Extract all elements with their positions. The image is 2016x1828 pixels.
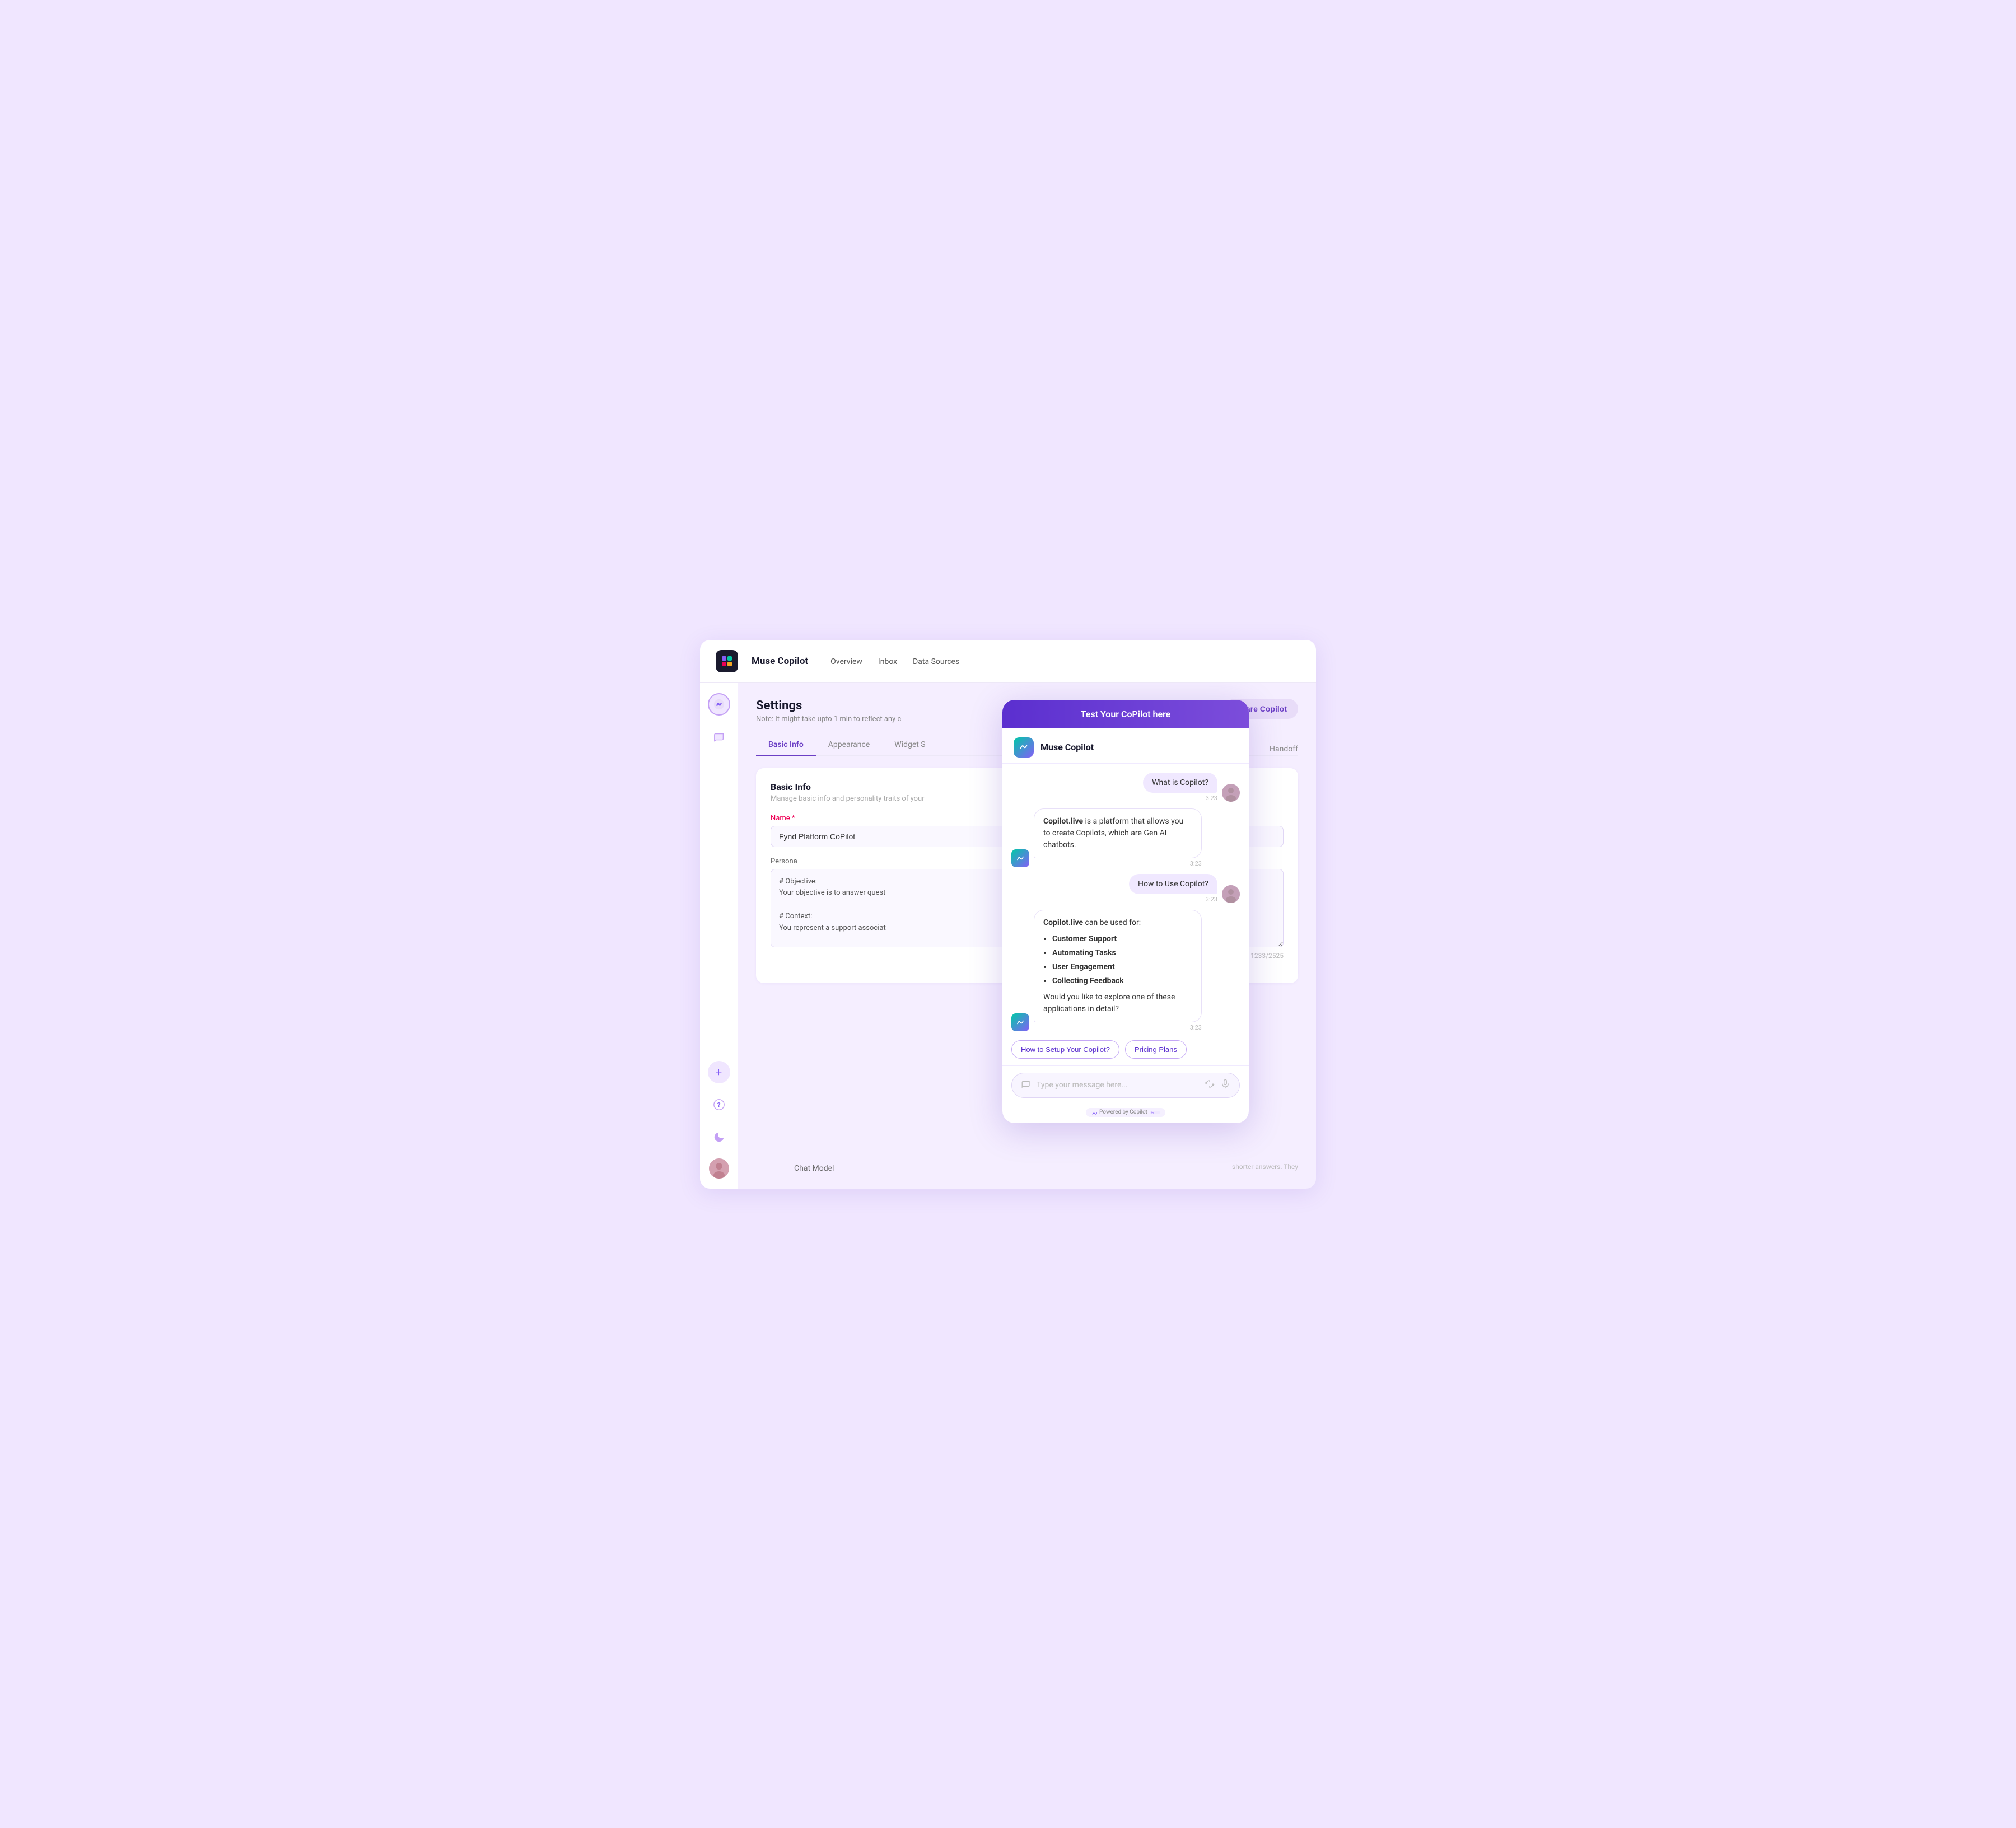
chat-messages: What is Copilot? 3:23 bbox=[1002, 764, 1249, 1036]
bot-bubble-2: Copilot.live can be used for: Customer S… bbox=[1034, 910, 1202, 1022]
bot-message-2: Copilot.live can be used for: Customer S… bbox=[1011, 910, 1240, 1031]
quick-reply-setup[interactable]: How to Setup Your Copilot? bbox=[1011, 1040, 1119, 1059]
tab-basic-info[interactable]: Basic Info bbox=[756, 735, 816, 756]
bot-logo bbox=[1014, 737, 1034, 758]
chat-input-placeholder: Type your message here... bbox=[1037, 1081, 1199, 1090]
user-bubble-2: How to Use Copilot? bbox=[1129, 874, 1217, 894]
user-avatar-chat bbox=[1222, 784, 1240, 802]
svg-text:live: live bbox=[1151, 1111, 1154, 1114]
sidebar-bottom: + ? bbox=[708, 1061, 730, 1179]
nav-links: Overview Inbox Data Sources bbox=[830, 656, 959, 666]
bot-avatar-2 bbox=[1011, 1013, 1029, 1031]
sidebar-icon-question[interactable]: ? bbox=[708, 1093, 730, 1116]
chatbot-title-bar: Muse Copilot bbox=[1002, 728, 1249, 764]
bot-message-1: Copilot.live is a platform that allows y… bbox=[1011, 808, 1240, 867]
user-message-1-content: What is Copilot? 3:23 bbox=[1143, 773, 1217, 802]
bot-time-2: 3:23 bbox=[1034, 1024, 1202, 1031]
bot-bubble-1: Copilot.live is a platform that allows y… bbox=[1034, 808, 1202, 858]
sidebar-icon-moon[interactable] bbox=[708, 1126, 730, 1148]
nav-inbox[interactable]: Inbox bbox=[878, 656, 897, 666]
chatbot-header: Test Your CoPilot here bbox=[1002, 700, 1249, 728]
refresh-icon[interactable] bbox=[1205, 1079, 1215, 1092]
user-time-1: 3:23 bbox=[1206, 794, 1217, 802]
sidebar-icon-plus[interactable]: + bbox=[708, 1061, 730, 1083]
microphone-icon[interactable] bbox=[1220, 1079, 1230, 1092]
handoff-label: Handoff bbox=[1270, 745, 1298, 754]
svg-text:?: ? bbox=[717, 1101, 720, 1109]
app-container: Muse Copilot Overview Inbox Data Sources bbox=[700, 640, 1316, 1189]
user-bubble-1: What is Copilot? bbox=[1143, 773, 1217, 793]
chat-bubble-icon bbox=[1021, 1079, 1031, 1092]
nav-overview[interactable]: Overview bbox=[830, 656, 862, 666]
quick-reply-pricing[interactable]: Pricing Plans bbox=[1125, 1040, 1187, 1059]
user-avatar-chat-2 bbox=[1222, 885, 1240, 903]
user-message-2: How to Use Copilot? 3:23 bbox=[1011, 874, 1240, 903]
bot-time-1: 3:23 bbox=[1034, 860, 1202, 867]
bot-avatar-1 bbox=[1011, 849, 1029, 867]
tab-appearance[interactable]: Appearance bbox=[816, 735, 882, 756]
chatbot-overlay: Test Your CoPilot here Muse Copilot bbox=[1002, 700, 1249, 1123]
chat-input-area: Type your message here... bbox=[1002, 1065, 1249, 1105]
user-message-1: What is Copilot? 3:23 bbox=[1011, 773, 1240, 802]
sidebar-icon-chat[interactable] bbox=[708, 726, 730, 748]
app-logo bbox=[716, 650, 738, 672]
chat-input-box[interactable]: Type your message here... bbox=[1011, 1073, 1240, 1098]
chatbot-header-title: Test Your CoPilot here bbox=[1081, 709, 1171, 719]
bot-name: Muse Copilot bbox=[1040, 742, 1094, 752]
powered-by-badge: Powered by Copilot live bbox=[1086, 1108, 1165, 1117]
nav-datasources[interactable]: Data Sources bbox=[913, 656, 959, 666]
top-nav: Muse Copilot Overview Inbox Data Sources bbox=[700, 640, 1316, 683]
user-avatar-sidebar[interactable] bbox=[709, 1158, 729, 1179]
chat-model-label: Chat Model bbox=[794, 1164, 834, 1173]
bot-message-1-content: Copilot.live is a platform that allows y… bbox=[1034, 808, 1202, 867]
tab-widget-s[interactable]: Widget S bbox=[882, 735, 937, 756]
user-message-2-content: How to Use Copilot? 3:23 bbox=[1129, 874, 1217, 903]
main-layout: + ? bbox=[700, 683, 1316, 1189]
content-area: Share Copilot Handoff Settings Note: It … bbox=[738, 683, 1316, 1189]
app-title: Muse Copilot bbox=[752, 656, 808, 667]
user-time-2: 3:23 bbox=[1206, 896, 1217, 903]
quick-replies: How to Setup Your Copilot? Pricing Plans bbox=[1002, 1036, 1249, 1065]
bot-message-2-content: Copilot.live can be used for: Customer S… bbox=[1034, 910, 1202, 1031]
sidebar-icon-muse[interactable] bbox=[708, 693, 730, 716]
sidebar: + ? bbox=[700, 683, 738, 1189]
bottom-hint: shorter answers. They bbox=[1232, 1163, 1298, 1171]
chat-powered: Powered by Copilot live bbox=[1002, 1105, 1249, 1123]
